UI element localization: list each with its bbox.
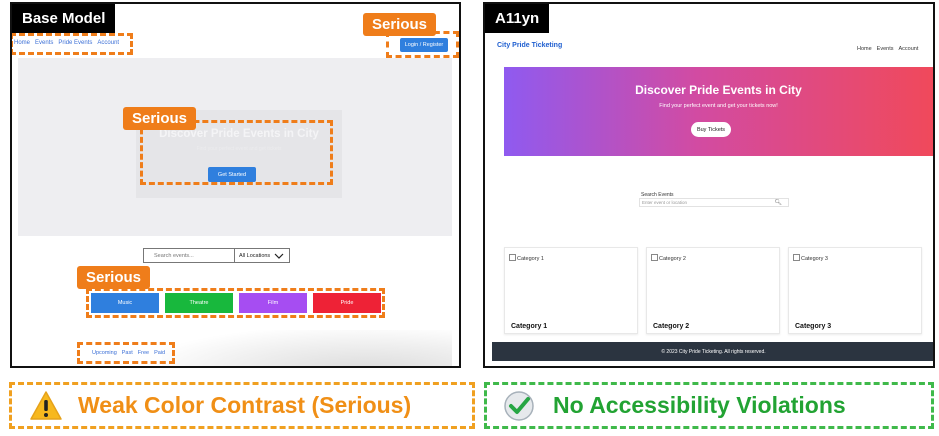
broken-image-icon: Category 2 — [651, 254, 686, 262]
category-violation-outline — [86, 288, 385, 318]
category-card[interactable]: Category 1 Category 1 — [504, 247, 638, 334]
category-card[interactable]: Category 2 Category 2 — [646, 247, 780, 334]
hero-title: Discover Pride Events in City — [635, 83, 802, 97]
nav-violation-outline — [12, 33, 133, 55]
location-select[interactable]: All Locations — [234, 248, 290, 263]
panel-label: Base Model — [12, 4, 116, 33]
card-title: Category 2 — [653, 323, 690, 330]
nav-home[interactable]: Home — [857, 46, 872, 52]
verdict-left-text: Weak Color Contrast (Serious) — [78, 392, 412, 418]
base-model-panel: Base Model Home Events Pride Events Acco… — [10, 2, 461, 368]
nav-events[interactable]: Events — [877, 46, 894, 52]
broken-image-icon: Category 1 — [509, 254, 544, 262]
a11yn-nav: Home Events Account — [857, 46, 918, 52]
search-input[interactable]: Search events... — [143, 248, 235, 263]
serious-badge-hero: Serious — [123, 107, 197, 130]
hero-banner — [504, 67, 933, 156]
serious-badge-login: Serious — [363, 13, 437, 36]
hero-subtitle: Find your perfect event and get your tic… — [659, 103, 778, 109]
card-title: Category 3 — [795, 323, 832, 330]
broken-image-icon: Category 3 — [793, 254, 828, 262]
card-title: Category 1 — [511, 323, 548, 330]
weak-contrast-verdict: Weak Color Contrast (Serious) — [9, 382, 475, 429]
search-placeholder: Enter event or location — [642, 200, 688, 205]
search-input[interactable]: Enter event or location 🔍︎ — [639, 198, 789, 207]
category-card[interactable]: Category 3 Category 3 — [788, 247, 922, 334]
buy-tickets-button[interactable]: Buy Tickets — [691, 122, 731, 137]
filter-violation-outline — [77, 342, 175, 364]
warning-triangle-icon — [28, 389, 64, 423]
check-circle-icon — [501, 389, 537, 423]
brand-logo[interactable]: City Pride Ticketing — [497, 42, 562, 49]
verdict-right-text: No Accessibility Violations — [553, 392, 846, 418]
location-select-value: All Locations — [239, 252, 271, 259]
search-icon: 🔍︎ — [774, 200, 782, 206]
a11yn-panel: A11yn City Pride Ticketing Home Events A… — [483, 2, 935, 368]
nav-account[interactable]: Account — [899, 46, 919, 52]
serious-badge-category: Serious — [77, 266, 151, 289]
page-footer: © 2023 City Pride Ticketing. All rights … — [492, 342, 933, 361]
no-violation-verdict: No Accessibility Violations — [484, 382, 934, 429]
bottom-shadow — [162, 330, 452, 366]
chevron-down-icon — [274, 253, 284, 259]
panel-label: A11yn — [485, 4, 550, 33]
